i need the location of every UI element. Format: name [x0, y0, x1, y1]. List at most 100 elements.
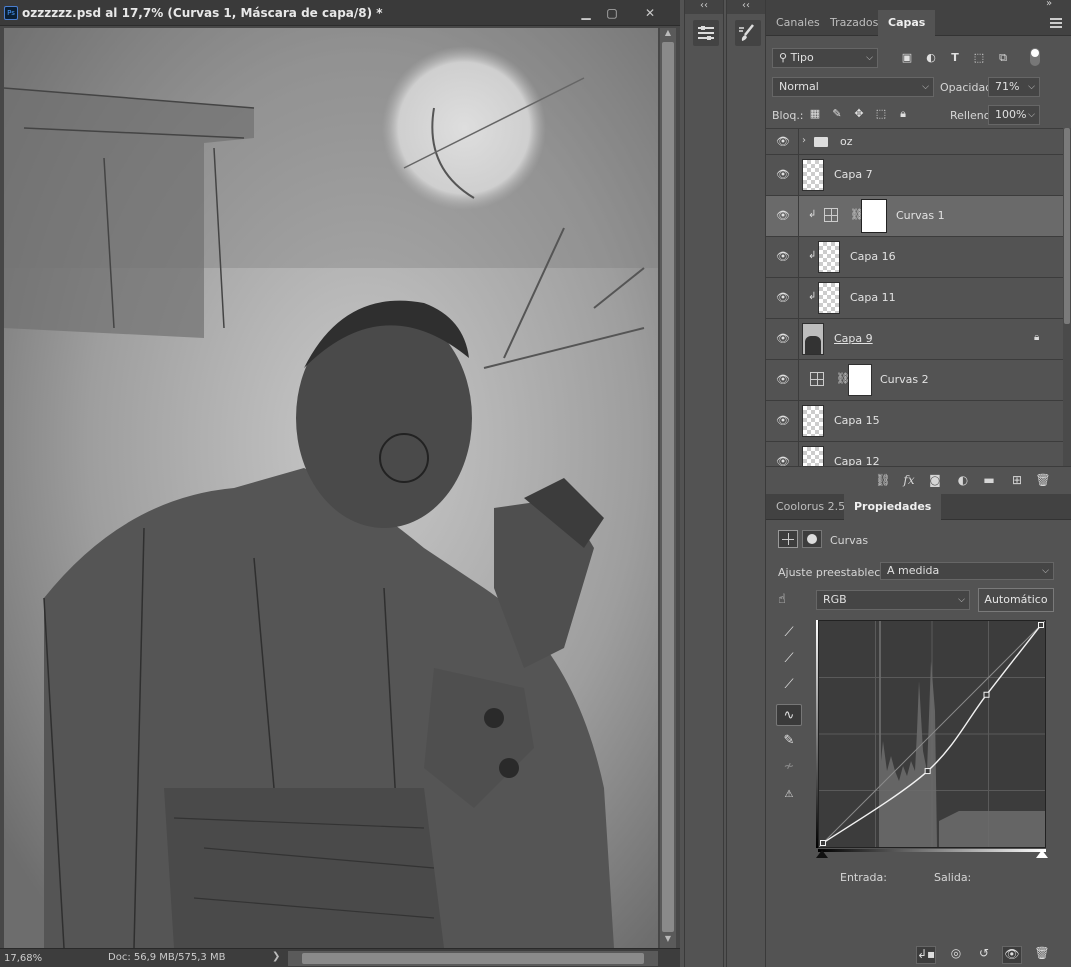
lock-transparency-icon[interactable]: ▦ — [808, 107, 822, 121]
tab-coolorus[interactable]: Coolorus 2.5 — [766, 494, 855, 520]
layer-row-group-oz[interactable]: 👁︎ › oz — [766, 129, 1063, 155]
lock-paint-icon[interactable]: ✎ — [830, 107, 844, 121]
new-layer-icon[interactable]: ⊞ — [1008, 473, 1026, 489]
layer-style-fx-icon[interactable]: fx — [900, 473, 918, 489]
canvas[interactable] — [4, 28, 658, 948]
blend-mode-dropdown[interactable]: Normal ⌵ — [772, 77, 934, 97]
mask-properties-icon[interactable] — [802, 530, 822, 548]
smooth-curve-icon[interactable]: ≁ — [776, 756, 802, 778]
layer-row-curvas-1[interactable]: 👁︎ ↲ ⛓︎ Curvas 1 — [766, 196, 1063, 237]
maximize-icon[interactable]: ▢ — [598, 4, 626, 22]
eye-icon[interactable]: 👁︎ — [776, 135, 790, 149]
horizontal-scrollbar[interactable] — [288, 951, 658, 966]
layers-scroll-thumb[interactable] — [1064, 128, 1070, 324]
curve-point-tool-icon[interactable]: ∿ — [776, 704, 802, 726]
eye-icon[interactable]: 👁︎ — [776, 209, 790, 223]
eye-icon[interactable]: 👁︎ — [776, 373, 790, 387]
eye-icon[interactable]: 👁︎ — [776, 250, 790, 264]
collapse-panels-icon[interactable]: » — [1046, 0, 1052, 9]
delete-adjustment-trash-icon[interactable]: 🗑︎ — [1032, 946, 1052, 964]
document-titlebar[interactable]: Ps ozzzzzz.psd al 17,7% (Curvas 1, Másca… — [0, 0, 680, 26]
black-point-slider[interactable] — [816, 850, 828, 858]
eye-icon[interactable]: 👁︎ — [776, 291, 790, 305]
layer-mask-thumbnail[interactable] — [861, 199, 887, 233]
brush-panel-icon[interactable] — [735, 20, 761, 46]
reset-adjustment-icon[interactable]: ↺ — [974, 946, 994, 964]
filter-type-icon[interactable]: T — [948, 51, 962, 65]
add-mask-icon[interactable]: ◙ — [926, 473, 944, 489]
layer-row-capa-7[interactable]: 👁︎ Capa 7 — [766, 155, 1063, 196]
eyedropper-black-icon[interactable]: ⟋ — [776, 622, 802, 644]
link-layers-icon[interactable]: ⛓︎ — [874, 473, 892, 489]
filter-smart-object-icon[interactable]: ⧉ — [996, 51, 1010, 65]
scroll-down-icon[interactable]: ▼ — [660, 934, 676, 946]
photoshop-file-icon: Ps — [4, 6, 18, 20]
filter-pixel-icon[interactable]: ▣ — [900, 51, 914, 65]
curve-control-point[interactable] — [820, 840, 826, 846]
lock-position-icon[interactable]: ✥ — [852, 107, 866, 121]
filter-toggle[interactable] — [1030, 48, 1040, 66]
layers-list[interactable]: 👁︎ › oz 👁︎ Capa 7 👁︎ ↲ ⛓︎ Curvas 1 👁︎ ↲ … — [766, 128, 1063, 466]
layer-row-capa-9[interactable]: 👁︎ Capa 9 🔒︎ — [766, 319, 1063, 360]
lock-artboard-icon[interactable]: ⬚ — [874, 107, 888, 121]
vertical-scroll-thumb[interactable] — [662, 42, 674, 932]
curve-control-point[interactable] — [1038, 622, 1044, 628]
layer-row-capa-12[interactable]: 👁︎ Capa 12 — [766, 442, 1063, 466]
zoom-field[interactable]: 17,68% — [4, 951, 50, 966]
white-point-slider[interactable] — [1036, 850, 1048, 858]
auto-button[interactable]: Automático — [978, 588, 1054, 612]
delete-layer-trash-icon[interactable]: 🗑︎ — [1034, 473, 1052, 489]
layer-thumbnail — [818, 282, 840, 314]
layer-row-curvas-2[interactable]: 👁︎ ⛓︎ Curvas 2 — [766, 360, 1063, 401]
channel-dropdown[interactable]: RGB ⌵ — [816, 590, 970, 610]
adjustments-panel-icon[interactable] — [693, 20, 719, 46]
eyedropper-white-icon[interactable]: ⟋ — [776, 674, 802, 696]
close-icon[interactable]: ✕ — [636, 4, 664, 22]
fill-field[interactable]: 100% ⌵ — [988, 105, 1040, 125]
eye-icon[interactable]: 👁︎ — [776, 168, 790, 182]
eye-icon[interactable]: 👁︎ — [776, 455, 790, 466]
curves-properties-icon[interactable] — [778, 530, 798, 548]
collapse-icon[interactable]: ‹‹ — [727, 0, 765, 14]
minimize-icon[interactable]: ▁ — [572, 4, 600, 22]
layer-row-capa-11[interactable]: 👁︎ ↲ Capa 11 — [766, 278, 1063, 319]
new-group-folder-icon[interactable]: ▬ — [980, 473, 998, 489]
curves-graph[interactable] — [818, 620, 1046, 848]
horizontal-scroll-thumb[interactable] — [302, 953, 644, 964]
layers-scrollbar[interactable] — [1063, 128, 1071, 466]
layer-row-capa-15[interactable]: 👁︎ Capa 15 — [766, 401, 1063, 442]
curve-control-point[interactable] — [924, 768, 931, 775]
new-adjustment-layer-icon[interactable]: ◐ — [954, 473, 972, 489]
opacity-field[interactable]: 71% ⌵ — [988, 77, 1040, 97]
eyedropper-gray-icon[interactable]: ⟋ — [776, 648, 802, 670]
pencil-draw-icon[interactable]: ✎ — [776, 730, 802, 752]
collapse-icon[interactable]: ‹‹ — [685, 0, 723, 14]
filter-adjustment-icon[interactable]: ◐ — [924, 51, 938, 65]
tab-layers[interactable]: Capas — [878, 10, 936, 36]
layer-mask-thumbnail[interactable] — [848, 364, 872, 396]
curve-control-point[interactable] — [983, 691, 990, 698]
layer-row-capa-16[interactable]: 👁︎ ↲ Capa 16 — [766, 237, 1063, 278]
status-menu-icon[interactable]: ❯ — [272, 951, 280, 962]
lock-all-icon[interactable]: 🔒︎ — [896, 107, 910, 121]
clipping-warning-icon[interactable]: ⚠ — [776, 784, 802, 806]
preset-dropdown[interactable]: A medida ⌵ — [880, 562, 1054, 580]
layer-name: Capa 12 — [834, 455, 880, 466]
scroll-up-icon[interactable]: ▲ — [660, 28, 676, 40]
view-previous-state-icon[interactable]: ◎ — [946, 946, 966, 964]
divider — [798, 319, 799, 360]
targeted-adjustment-icon[interactable]: ☝︎ — [778, 592, 786, 607]
curves-graph-svg[interactable] — [818, 620, 1046, 848]
eye-icon[interactable]: 👁︎ — [776, 414, 790, 428]
panel-menu-icon[interactable] — [1050, 18, 1062, 28]
layer-filter-dropdown[interactable]: ⚲ Tipo ⌵ — [772, 48, 878, 68]
divider — [798, 155, 799, 196]
clip-to-layer-icon[interactable]: ↲▪ — [916, 946, 936, 964]
chevron-right-icon[interactable]: › — [802, 135, 806, 146]
vertical-scrollbar[interactable]: ▲ ▼ — [660, 28, 676, 948]
eye-icon[interactable]: 👁︎ — [776, 332, 790, 346]
toggle-visibility-eye-icon[interactable]: 👁︎ — [1002, 946, 1022, 964]
filter-shape-icon[interactable]: ⬚ — [972, 51, 986, 65]
layer-name: Capa 9 — [834, 332, 873, 345]
tab-properties[interactable]: Propiedades — [844, 494, 942, 520]
